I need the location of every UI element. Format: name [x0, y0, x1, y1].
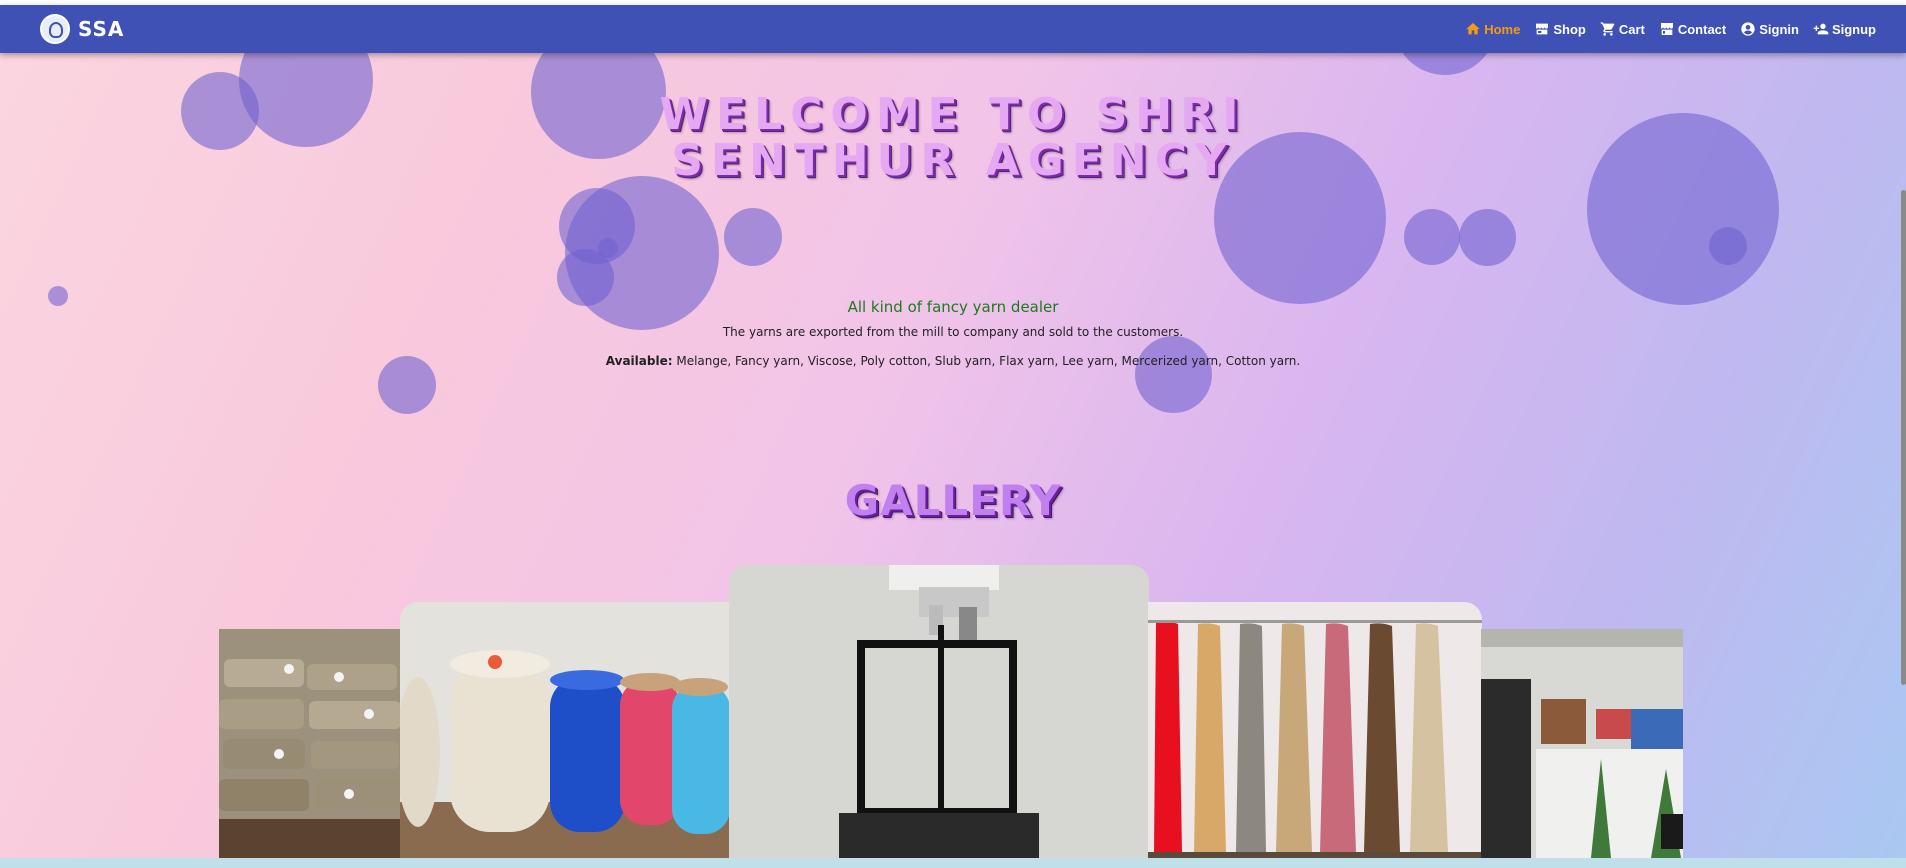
hero-description: The yarns are exported from the mill to …	[722, 325, 1184, 339]
gallery-image-yarn-sacks[interactable]	[219, 629, 401, 858]
nav-shop[interactable]: Shop	[1534, 21, 1586, 37]
gallery-image-shop-front[interactable]	[1481, 629, 1683, 858]
hero-title: WELCOME TO SHRI SENTHUR AGENCY	[0, 92, 1906, 184]
nav-home[interactable]: Home	[1465, 21, 1520, 37]
available-label: Available:	[605, 354, 673, 368]
gallery-image-yarn-cones[interactable]	[400, 602, 730, 858]
store-icon	[1536, 23, 1549, 35]
nav-home-label: Home	[1484, 21, 1521, 37]
person-add-icon	[1813, 23, 1829, 35]
nav-shop-label: Shop	[1553, 21, 1586, 37]
gallery-image-testing-machine[interactable]	[729, 565, 1149, 858]
available-list: Melange, Fancy yarn, Viscose, Poly cotto…	[676, 354, 1301, 368]
hero-title-line2: SENTHUR AGENCY	[671, 135, 1235, 186]
navbar: SSA Home Shop Cart Contact Signin Signup	[0, 5, 1906, 53]
gallery-title: GALLERY	[844, 476, 1062, 525]
decorative-bubble	[598, 238, 618, 258]
decorative-bubble	[1709, 227, 1747, 265]
yarn-testing-machine-photo	[729, 565, 1149, 858]
nav-contact[interactable]: Contact	[1659, 21, 1726, 37]
shop-front-photo	[1481, 629, 1683, 858]
yarn-sacks-photo	[219, 629, 401, 858]
cart-icon	[1600, 22, 1615, 36]
nav-signup-label: Signup	[1831, 21, 1876, 37]
nav-cart[interactable]: Cart	[1600, 21, 1645, 37]
hero-tagline: All kind of fancy yarn dealer	[847, 298, 1059, 316]
decorative-bubble	[1135, 336, 1212, 413]
storefront-icon	[1660, 23, 1673, 35]
available-products: Available: Melange, Fancy yarn, Viscose,…	[0, 354, 1906, 368]
yarn-cones-photo	[400, 602, 730, 858]
decorative-bubble	[724, 208, 782, 266]
nav-signin[interactable]: Signin	[1740, 21, 1799, 37]
decorative-bubble	[1404, 209, 1460, 265]
nav-cart-label: Cart	[1618, 21, 1645, 37]
brand[interactable]: SSA	[40, 13, 124, 45]
decorative-bubble	[1459, 209, 1516, 266]
home-icon	[1466, 23, 1480, 35]
account-circle-icon	[1741, 22, 1755, 36]
brand-name: SSA	[78, 17, 125, 41]
bottom-strip	[0, 858, 1906, 868]
hero-title-line1: WELCOME TO SHRI	[659, 89, 1247, 140]
page-scrollbar[interactable]	[1901, 190, 1906, 685]
nav-menu: Home Shop Cart Contact Signin Signup	[1465, 5, 1876, 53]
yarn-samples-photo	[1148, 602, 1482, 858]
gallery-image-yarn-samples[interactable]	[1148, 602, 1482, 858]
nav-contact-label: Contact	[1677, 21, 1727, 37]
nav-signup[interactable]: Signup	[1813, 21, 1876, 37]
nav-signin-label: Signin	[1759, 21, 1799, 37]
logo-icon	[40, 14, 70, 44]
